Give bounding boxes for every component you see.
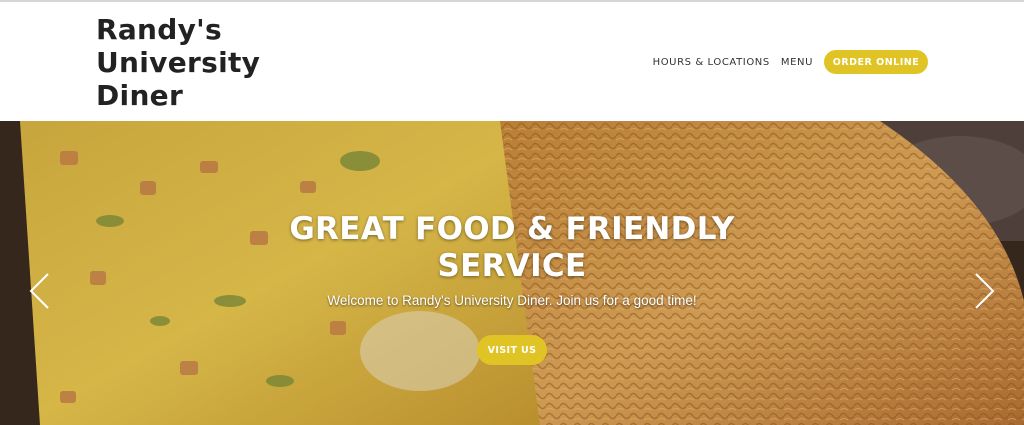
hero-subtitle: Welcome to Randy's University Diner. Joi… [327, 293, 697, 308]
hero-slider: GREAT FOOD & FRIENDLY SERVICE Welcome to… [0, 121, 1024, 425]
main-nav: HOURS & LOCATIONS MENU ORDER ONLINE [653, 50, 928, 74]
order-online-button[interactable]: ORDER ONLINE [824, 50, 928, 74]
logo-line-2: University [96, 46, 261, 79]
logo-line-1: Randy's [96, 13, 223, 46]
chevron-right-icon[interactable] [971, 271, 997, 311]
hero-title: GREAT FOOD & FRIENDLY SERVICE [289, 211, 735, 284]
nav-hours-locations[interactable]: HOURS & LOCATIONS [653, 57, 770, 68]
logo-line-3: Diner [96, 79, 184, 112]
nav-menu[interactable]: MENU [781, 57, 813, 68]
chevron-left-icon[interactable] [27, 271, 53, 311]
site-header: Randy's University Diner HOURS & LOCATIO… [0, 2, 1024, 121]
visit-us-button[interactable]: VISIT US [477, 335, 547, 365]
site-logo[interactable]: Randy's University Diner [96, 13, 296, 112]
